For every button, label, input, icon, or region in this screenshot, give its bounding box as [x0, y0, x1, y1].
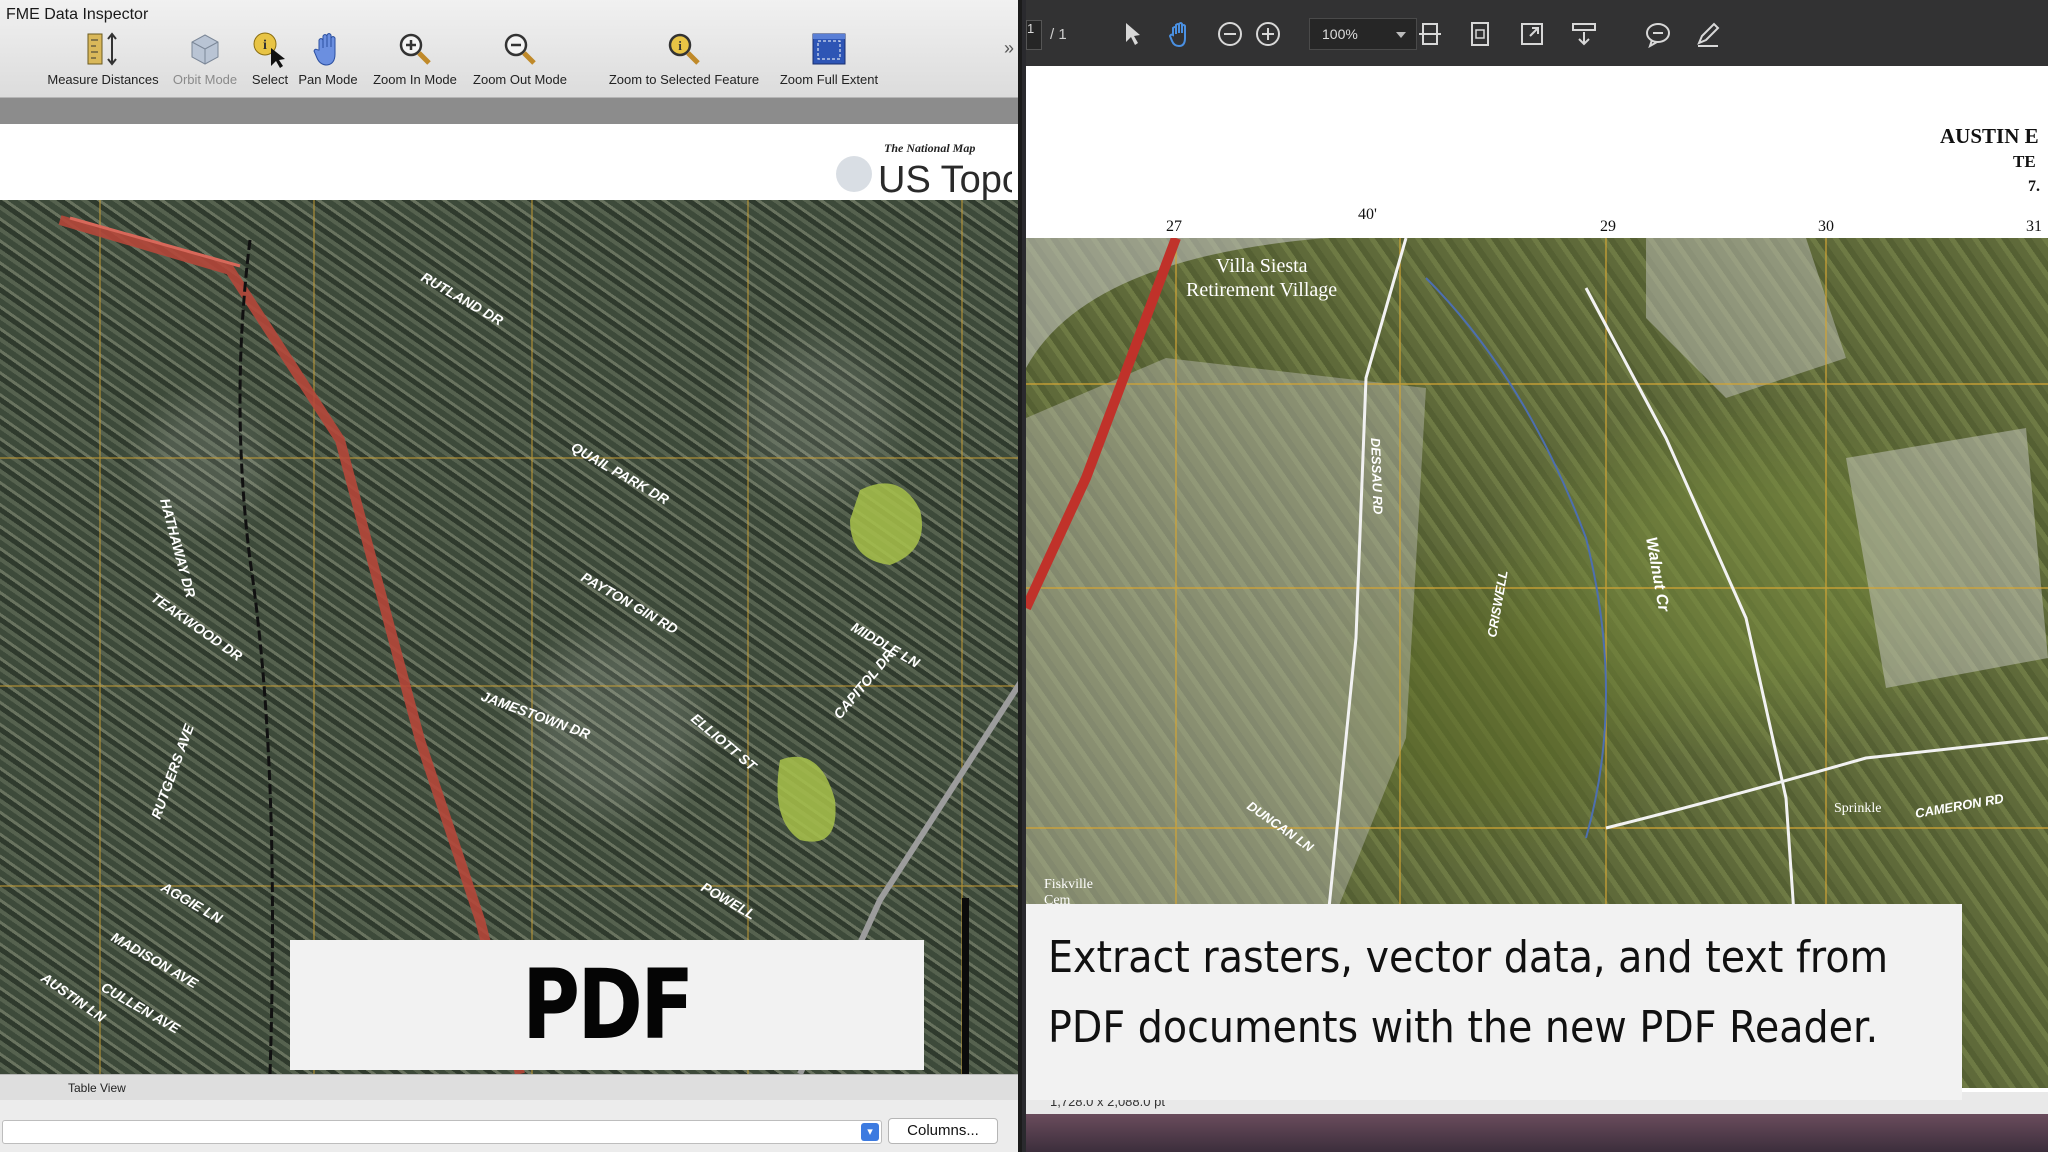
map-label-11: POWELL	[699, 879, 759, 923]
columns-button[interactable]: Columns...	[888, 1118, 998, 1144]
map-label-5: AUSTIN LN	[37, 969, 109, 1026]
tick-label: 29	[1600, 218, 1616, 235]
map-label-3: RUTGERS AVE	[148, 721, 197, 821]
map-label-sprinkle: Sprinkle	[1834, 801, 1881, 816]
ruler-icon	[87, 32, 117, 66]
fit-page-icon[interactable]	[1466, 20, 1494, 48]
map-label-9: MADISON AVE	[109, 929, 202, 992]
dataset-selector[interactable]: ▾	[2, 1120, 882, 1144]
scroll-mode-icon[interactable]	[1570, 20, 1598, 48]
page-number-input[interactable]: 1	[1026, 20, 1042, 50]
title-text: PDF Reading	[434, 949, 782, 1152]
desktop-background	[1026, 1114, 2048, 1152]
zoom-out-icon[interactable]	[1216, 20, 1244, 48]
map-sheet-series: 7.	[2028, 178, 2040, 195]
zoom-level-value: 100%	[1322, 26, 1358, 42]
pen-icon[interactable]	[1694, 20, 1722, 48]
caption-line-2: PDF documents with the new PDF Reader.	[1048, 1002, 1879, 1053]
map-label-villa: Villa Siesta	[1216, 255, 1308, 277]
map-label-8: PAYTON GIN RD	[579, 569, 681, 637]
zoom-level-select[interactable]: 100%	[1309, 18, 1417, 50]
zoom-in-icon	[399, 33, 431, 65]
logo-line1: The National Map	[884, 141, 975, 155]
map-label-14: TEAKWOOD DR	[148, 589, 246, 664]
comment-icon[interactable]	[1644, 20, 1672, 48]
zoom-in-mode-button[interactable]: Zoom In Mode	[366, 30, 464, 92]
select-info-icon: i	[253, 32, 285, 68]
map-sheet-state: TE	[2013, 152, 2036, 171]
pan-label: Pan Mode	[298, 72, 358, 87]
chevron-down-icon	[1396, 32, 1406, 38]
table-view-panel: ▾ Columns...	[0, 1100, 1018, 1152]
map-label-retirement: Retirement Village	[1186, 279, 1337, 301]
toolbar-overflow-button[interactable]: »	[1004, 38, 1014, 59]
zoom-in-label: Zoom In Mode	[373, 72, 457, 87]
map-sheet-title: AUSTIN E	[1940, 124, 2039, 148]
map-label-walnut: Walnut Cr	[1642, 536, 1672, 614]
page-total: / 1	[1050, 26, 1067, 43]
chevron-down-icon[interactable]: ▾	[861, 1123, 879, 1141]
cube-icon	[191, 34, 219, 65]
orbit-mode-button[interactable]: Orbit Mode	[168, 30, 242, 92]
map-label-0: QUAIL PARK DR	[569, 439, 673, 508]
us-topo-logo: The National Map US Topo	[836, 141, 1012, 200]
map-label-1: RUTLAND DR	[419, 269, 507, 329]
fit-width-icon[interactable]	[1416, 20, 1444, 48]
fme-toolbar: FME Data Inspector Measure Distances Orb…	[0, 0, 1018, 98]
map-label-dessau: DESSAU RD	[1368, 438, 1386, 516]
full-extent-icon	[812, 33, 846, 65]
caption-line-1: Extract rasters, vector data, and text f…	[1048, 932, 1889, 983]
view-header-bar	[0, 98, 1018, 124]
tick-label: 27	[1166, 218, 1182, 235]
zoom-full-extent-button[interactable]: Zoom Full Extent	[774, 30, 884, 92]
zoom-out-label: Zoom Out Mode	[473, 72, 567, 87]
measure-label: Measure Distances	[47, 72, 159, 87]
map-label-10: ELLIOTT ST	[688, 710, 761, 775]
map-label-7: CAPITOL DR	[830, 646, 897, 722]
svg-text:i: i	[678, 38, 682, 53]
tick-label: 40'	[1358, 206, 1377, 223]
pdf-toolbar: 1 / 1 100%	[1026, 0, 2048, 66]
map-label-criswell: CRISWELL	[1484, 569, 1511, 639]
select-button[interactable]: i Select	[244, 30, 296, 92]
table-view-label: Table View	[68, 1081, 126, 1095]
zoom-out-icon	[504, 33, 536, 65]
select-label: Select	[251, 72, 289, 87]
caption-overlay: Extract rasters, vector data, and text f…	[1026, 904, 1962, 1100]
map-label-cameron: CAMERON RD	[1914, 791, 2005, 821]
zoom-to-selected-button[interactable]: i Zoom to Selected Feature	[600, 30, 768, 92]
zoom-selected-icon: i	[668, 33, 700, 65]
title-overlay: PDF Reading	[290, 940, 924, 1152]
hand-icon[interactable]	[1166, 20, 1194, 48]
fme-data-inspector-window: FME Data Inspector Measure Distances Orb…	[0, 0, 1022, 1152]
map-label-fiskville: Fiskville	[1044, 877, 1093, 892]
pan-mode-button[interactable]: Pan Mode	[294, 30, 362, 92]
tick-label: 30	[1818, 218, 1834, 235]
table-view-header: Table View	[0, 1074, 1018, 1100]
hand-icon	[313, 33, 336, 66]
map-label-13: HATHAWAY DR	[157, 497, 199, 600]
pointer-icon[interactable]	[1118, 20, 1146, 48]
zoom-out-mode-button[interactable]: Zoom Out Mode	[466, 30, 574, 92]
svg-text:i: i	[263, 38, 267, 53]
zoom-selected-label: Zoom to Selected Feature	[608, 72, 760, 87]
orbit-label: Orbit Mode	[172, 72, 238, 87]
measure-distances-button[interactable]: Measure Distances	[40, 30, 166, 92]
zoom-full-label: Zoom Full Extent	[779, 72, 879, 87]
logo-line2: US Topo	[878, 159, 1012, 200]
map-label-2: JAMESTOWN DR	[479, 688, 593, 743]
map-label-12: CULLEN AVE	[99, 979, 184, 1037]
tick-label: 31	[2026, 218, 2042, 235]
window-title: FME Data Inspector	[6, 6, 149, 23]
zoom-in-icon[interactable]	[1254, 20, 1282, 48]
fullscreen-icon[interactable]	[1518, 20, 1546, 48]
